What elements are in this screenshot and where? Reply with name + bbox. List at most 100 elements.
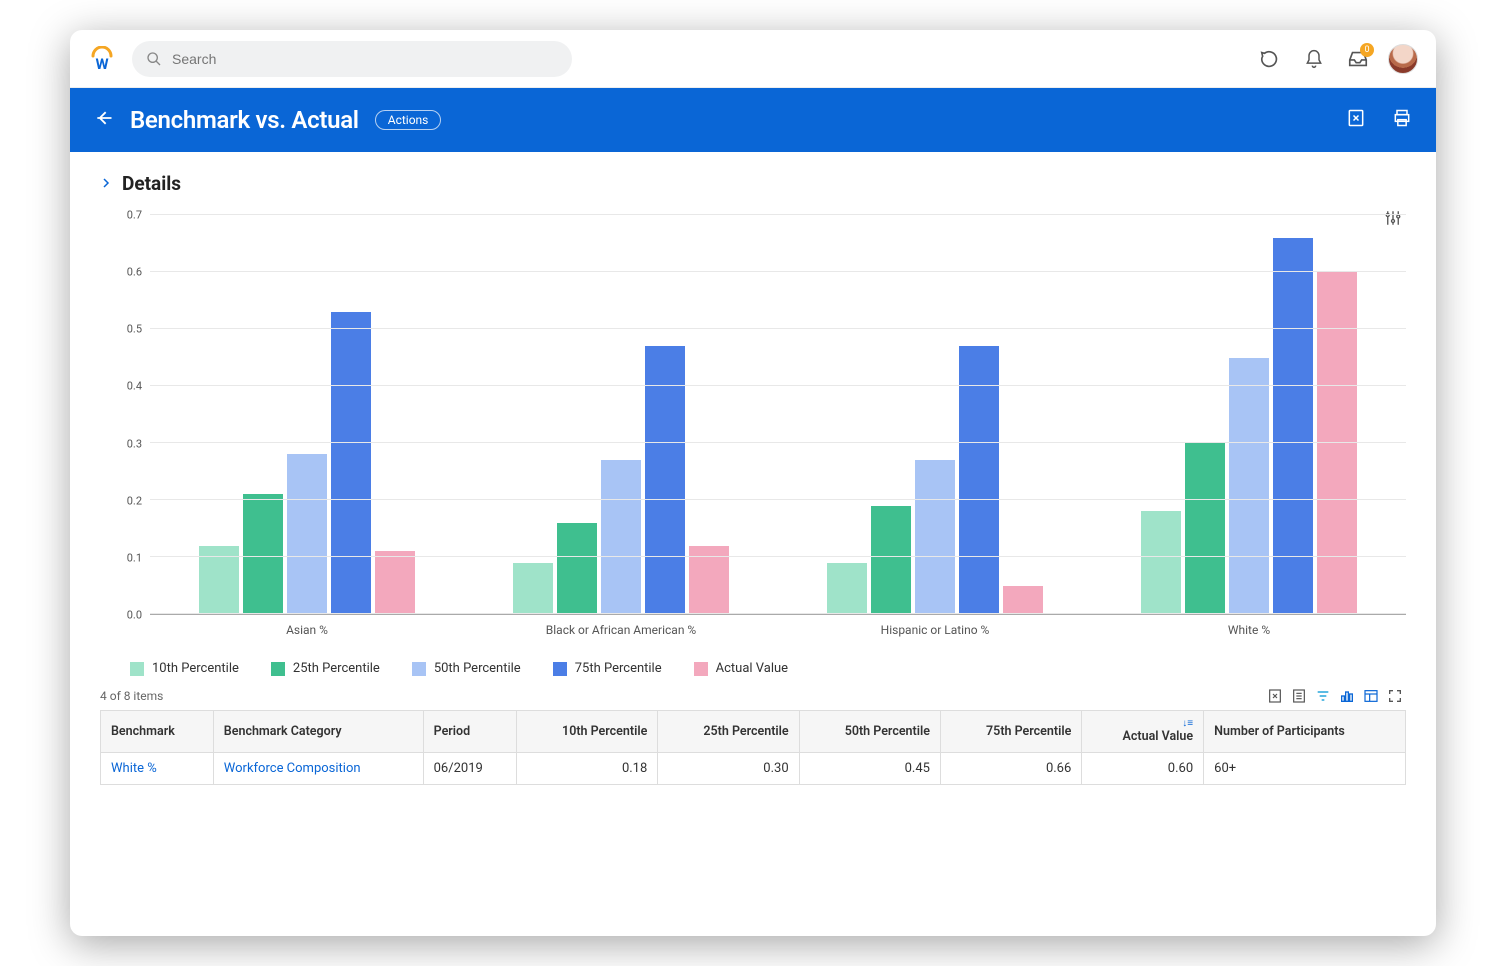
legend-item[interactable]: 75th Percentile	[553, 661, 662, 676]
y-axis-tick: 0.6	[127, 266, 142, 279]
legend-swatch	[694, 662, 708, 676]
table-cell: 0.60	[1082, 753, 1204, 785]
table-header-cell[interactable]: 75th Percentile	[940, 711, 1081, 753]
table-cell: 0.18	[516, 753, 657, 785]
table-cell-link[interactable]: White %	[101, 753, 214, 785]
table-cell: 0.30	[658, 753, 799, 785]
y-axis-tick: 0.1	[127, 551, 142, 564]
chart-bar[interactable]	[1141, 511, 1181, 614]
sort-desc-icon: ↓≡	[1092, 719, 1193, 729]
user-avatar[interactable]	[1388, 44, 1418, 74]
svg-text:W: W	[95, 55, 108, 72]
table-header-cell[interactable]: Number of Participants	[1204, 711, 1406, 753]
legend-item[interactable]: 50th Percentile	[412, 661, 521, 676]
chart-plot-area: 0.00.10.20.30.40.50.60.7	[100, 215, 1406, 615]
chart-bar-group	[150, 215, 464, 614]
data-table: BenchmarkBenchmark CategoryPeriod10th Pe…	[100, 710, 1406, 785]
inbox-badge: 0	[1360, 43, 1374, 57]
y-axis-tick: 0.2	[127, 494, 142, 507]
chart-container: 0.00.10.20.30.40.50.60.7 Asian %Black or…	[100, 215, 1406, 676]
legend-label: 75th Percentile	[575, 661, 662, 676]
legend-label: 25th Percentile	[293, 661, 380, 676]
legend-swatch	[553, 662, 567, 676]
table-header-cell[interactable]: Benchmark	[101, 711, 214, 753]
print-icon[interactable]	[1392, 108, 1412, 132]
chart-bar[interactable]	[915, 460, 955, 614]
legend-swatch	[130, 662, 144, 676]
table-header-cell[interactable]: 25th Percentile	[658, 711, 799, 753]
chart-bar[interactable]	[959, 346, 999, 614]
legend-label: 50th Percentile	[434, 661, 521, 676]
details-toggle[interactable]: Details	[100, 172, 1406, 195]
chart-bar[interactable]	[287, 454, 327, 614]
chart-bar[interactable]	[375, 551, 415, 614]
chart-legend: 10th Percentile 25th Percentile 50th Perce…	[130, 661, 1406, 676]
chart-bar[interactable]	[513, 563, 553, 614]
table-header-cell[interactable]: Benchmark Category	[213, 711, 423, 753]
table-cell: 0.45	[799, 753, 940, 785]
legend-swatch	[271, 662, 285, 676]
y-axis-tick: 0.0	[127, 609, 142, 622]
table-cell: 0.66	[940, 753, 1081, 785]
chart-bar[interactable]	[871, 506, 911, 614]
chart-bar[interactable]	[1003, 586, 1043, 615]
table-export-excel-icon[interactable]	[1264, 686, 1286, 706]
chart-bar[interactable]	[331, 312, 371, 614]
table-chart-icon[interactable]	[1336, 686, 1358, 706]
y-axis-tick: 0.3	[127, 437, 142, 450]
table-header-cell[interactable]: ↓≡Actual Value	[1082, 711, 1204, 753]
x-axis-label: White %	[1092, 615, 1406, 637]
table-meta-row: 4 of 8 items	[100, 686, 1406, 706]
back-arrow-icon[interactable]	[94, 108, 114, 132]
chart-bar[interactable]	[645, 346, 685, 614]
table-cell: 60+	[1204, 753, 1406, 785]
chart-bar[interactable]	[557, 523, 597, 614]
legend-swatch	[412, 662, 426, 676]
table-worksheet-icon[interactable]	[1288, 686, 1310, 706]
y-axis-tick: 0.5	[127, 323, 142, 336]
actions-button[interactable]: Actions	[375, 110, 442, 130]
inbox-icon[interactable]: 0	[1344, 45, 1372, 73]
page-header: Benchmark vs. Actual Actions	[70, 88, 1436, 152]
chart-bar[interactable]	[1185, 443, 1225, 614]
x-axis-label: Asian %	[150, 615, 464, 637]
table-count-label: 4 of 8 items	[100, 689, 163, 703]
chart-bar[interactable]	[601, 460, 641, 614]
notifications-icon[interactable]	[1300, 45, 1328, 73]
legend-item[interactable]: 25th Percentile	[271, 661, 380, 676]
chart-bar[interactable]	[243, 494, 283, 614]
chart-bar-group	[1092, 215, 1406, 614]
legend-item[interactable]: 10th Percentile	[130, 661, 239, 676]
table-row: White %Workforce Composition06/20190.180…	[101, 753, 1406, 785]
legend-item[interactable]: Actual Value	[694, 661, 788, 676]
app-window: W 0 Benchmark vs. Actual Actions	[70, 30, 1436, 936]
table-header-cell[interactable]: 50th Percentile	[799, 711, 940, 753]
export-excel-icon[interactable]	[1346, 108, 1366, 132]
app-logo[interactable]: W	[88, 45, 116, 73]
table-columns-icon[interactable]	[1360, 686, 1382, 706]
y-axis-tick: 0.7	[127, 209, 142, 222]
page-title: Benchmark vs. Actual	[130, 106, 359, 134]
table-fullscreen-icon[interactable]	[1384, 686, 1406, 706]
chart-bar[interactable]	[827, 563, 867, 614]
details-heading: Details	[122, 172, 181, 195]
search-input[interactable]	[172, 51, 558, 67]
chart-bar[interactable]	[1229, 358, 1269, 615]
table-filter-icon[interactable]	[1312, 686, 1334, 706]
page-body: Details 0.0 0.1 0.2 0.3 0.4 0.5 0.6 0.7 Asian %…	[70, 152, 1436, 936]
table-cell: 06/2019	[423, 753, 516, 785]
legend-label: 10th Percentile	[152, 661, 239, 676]
legend-label: Actual Value	[716, 661, 788, 676]
chart-bar[interactable]	[1273, 238, 1313, 614]
x-axis-label: Black or African American %	[464, 615, 778, 637]
table-cell-link[interactable]: Workforce Composition	[213, 753, 423, 785]
table-header-cell[interactable]: 10th Percentile	[516, 711, 657, 753]
chart-bar-group	[778, 215, 1092, 614]
search-icon	[146, 51, 162, 67]
y-axis-tick: 0.4	[127, 380, 142, 393]
table-header-cell[interactable]: Period	[423, 711, 516, 753]
search-box[interactable]	[132, 41, 572, 77]
topbar: W 0	[70, 30, 1436, 88]
chart-bar[interactable]	[1317, 272, 1357, 614]
chat-icon[interactable]	[1256, 45, 1284, 73]
